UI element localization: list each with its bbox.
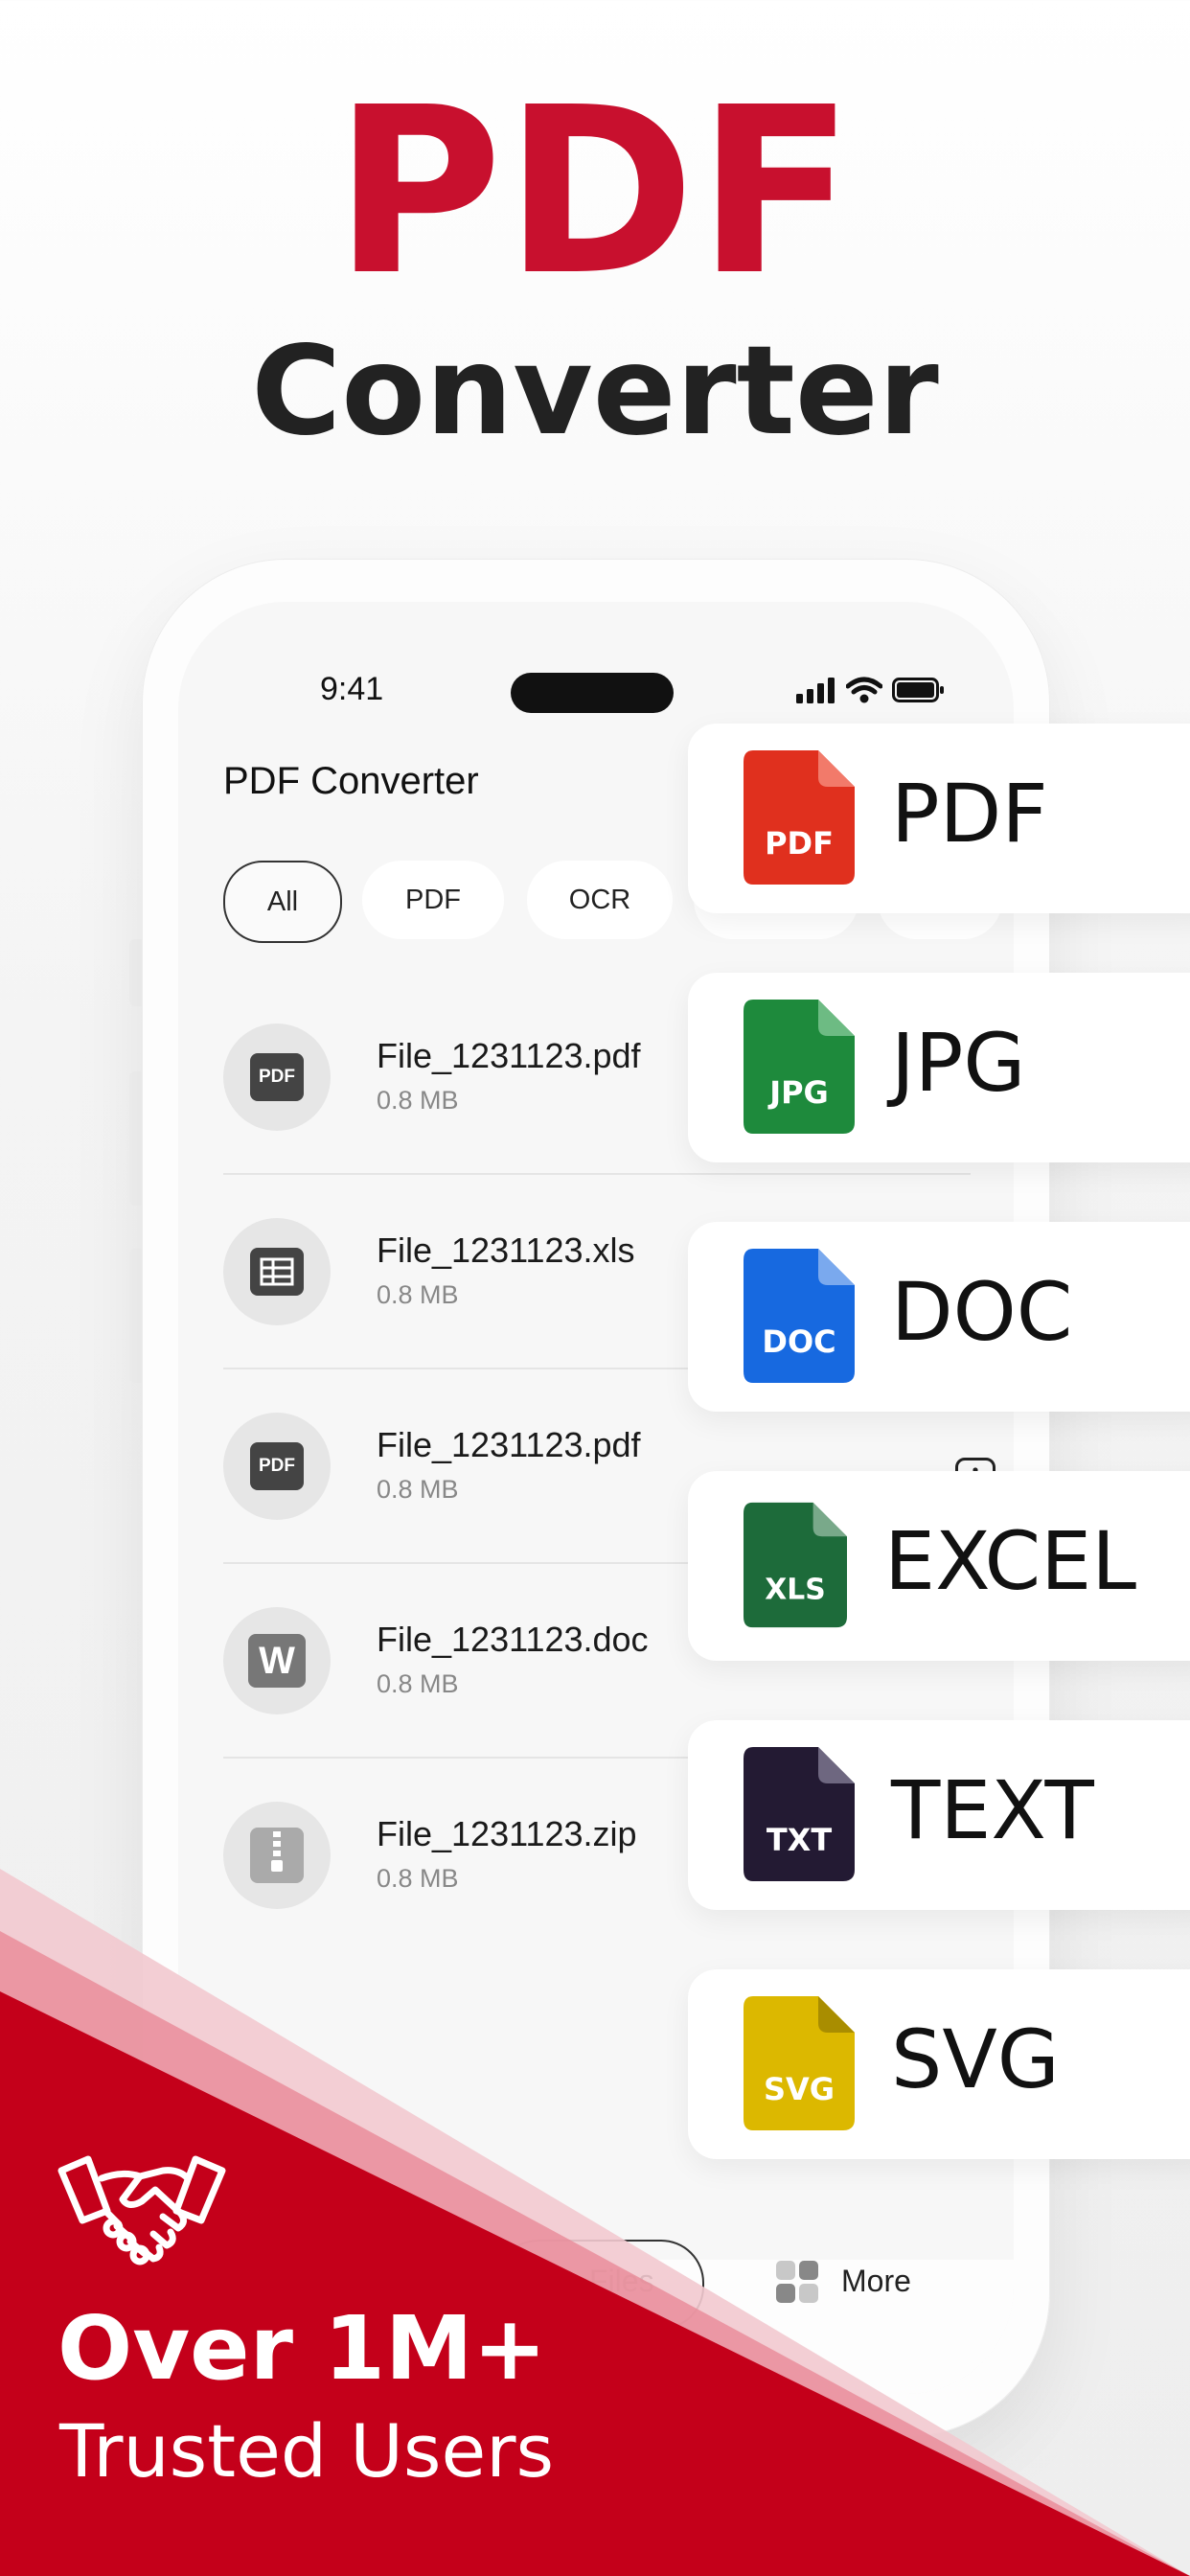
file-name: File_1231123.pdf bbox=[377, 1425, 641, 1464]
banner-headline: Over 1M+ bbox=[57, 2297, 547, 2400]
format-label: EXCEL bbox=[884, 1514, 1137, 1608]
format-label: SVG bbox=[891, 2012, 1060, 2106]
format-card-svg: SVG SVG bbox=[688, 1969, 1190, 2159]
doc-fold bbox=[818, 750, 855, 787]
table-glyph-icon bbox=[250, 1248, 304, 1296]
svg-text:XLS: XLS bbox=[765, 1573, 825, 1606]
file-name: File_1231123.xls bbox=[377, 1230, 635, 1270]
file-size: 0.8 MB bbox=[377, 1669, 459, 1698]
svg-text:JPG: JPG bbox=[767, 1074, 829, 1111]
format-card-excel: XLS EXCEL bbox=[688, 1471, 1190, 1661]
txt-file-icon: TXT bbox=[744, 1747, 855, 1881]
chip-pdf[interactable]: PDF bbox=[362, 861, 504, 939]
app-title: PDF Converter bbox=[223, 760, 479, 802]
signal-icon bbox=[796, 678, 835, 703]
file-size: 0.8 MB bbox=[377, 1280, 459, 1309]
pdf-icon: PDF bbox=[223, 1413, 331, 1520]
status-time: 9:41 bbox=[320, 671, 384, 707]
file-size: 0.8 MB bbox=[377, 1086, 459, 1115]
file-name: File_1231123.zip bbox=[377, 1814, 637, 1853]
phone-volume-down-button bbox=[129, 1249, 143, 1383]
doc-file-icon: DOC bbox=[744, 1249, 855, 1383]
chip-ocr[interactable]: OCR bbox=[527, 861, 673, 939]
file-name: File_1231123.pdf bbox=[377, 1036, 641, 1075]
word-icon: W bbox=[223, 1607, 331, 1714]
status-icons bbox=[796, 677, 946, 703]
svg-text:SVG: SVG bbox=[764, 2071, 835, 2107]
battery-icon bbox=[892, 678, 944, 702]
pdf-badge: PDF bbox=[250, 1053, 304, 1101]
file-size: 0.8 MB bbox=[377, 1475, 459, 1504]
format-label: JPG bbox=[891, 1016, 1026, 1110]
svg-file-icon: SVG bbox=[744, 1996, 855, 2130]
chip-label: PDF bbox=[405, 884, 461, 915]
format-card-doc: DOC DOC bbox=[688, 1222, 1190, 1412]
hero-title: PDF bbox=[333, 58, 857, 326]
chip-label: OCR bbox=[568, 884, 631, 915]
nav-more-label[interactable]: More bbox=[841, 2264, 911, 2299]
pdf-file-icon: PDF bbox=[744, 750, 855, 885]
wifi-icon bbox=[846, 677, 882, 703]
svg-text:DOC: DOC bbox=[762, 1323, 835, 1360]
format-card-text: TXT TEXT bbox=[688, 1720, 1190, 1910]
svg-text:TXT: TXT bbox=[767, 1822, 833, 1858]
dynamic-island bbox=[511, 673, 674, 713]
pdf-badge: PDF bbox=[250, 1442, 304, 1490]
phone-side-button bbox=[129, 939, 143, 1006]
pdf-icon: PDF bbox=[223, 1024, 331, 1131]
format-card-pdf: PDF PDF bbox=[688, 724, 1190, 913]
hero-subtitle: Converter bbox=[251, 320, 939, 463]
format-card-jpg: JPG JPG bbox=[688, 973, 1190, 1162]
format-label: DOC bbox=[891, 1265, 1073, 1359]
format-label: TEXT bbox=[891, 1763, 1094, 1857]
word-badge: W bbox=[248, 1634, 306, 1688]
xls-file-icon: XLS bbox=[744, 1502, 847, 1628]
handshake-icon bbox=[57, 2155, 226, 2266]
phone-volume-up-button bbox=[129, 1071, 143, 1206]
grid-icon[interactable] bbox=[774, 2259, 820, 2305]
zip-icon bbox=[223, 1802, 331, 1909]
jpg-file-icon: JPG bbox=[744, 1000, 855, 1134]
file-name: File_1231123.doc bbox=[377, 1620, 649, 1659]
zip-glyph-icon bbox=[250, 1828, 304, 1883]
format-label: PDF bbox=[891, 767, 1048, 861]
chip-label: All bbox=[266, 886, 299, 917]
banner-subline: Trusted Users bbox=[59, 2408, 555, 2494]
file-size: 0.8 MB bbox=[377, 1864, 459, 1893]
files-icon bbox=[531, 2266, 561, 2296]
doc-badge: PDF bbox=[765, 825, 834, 862]
nav-files-label: Files bbox=[589, 2264, 654, 2298]
chip-all[interactable]: All bbox=[223, 861, 342, 943]
spreadsheet-icon bbox=[223, 1218, 331, 1325]
